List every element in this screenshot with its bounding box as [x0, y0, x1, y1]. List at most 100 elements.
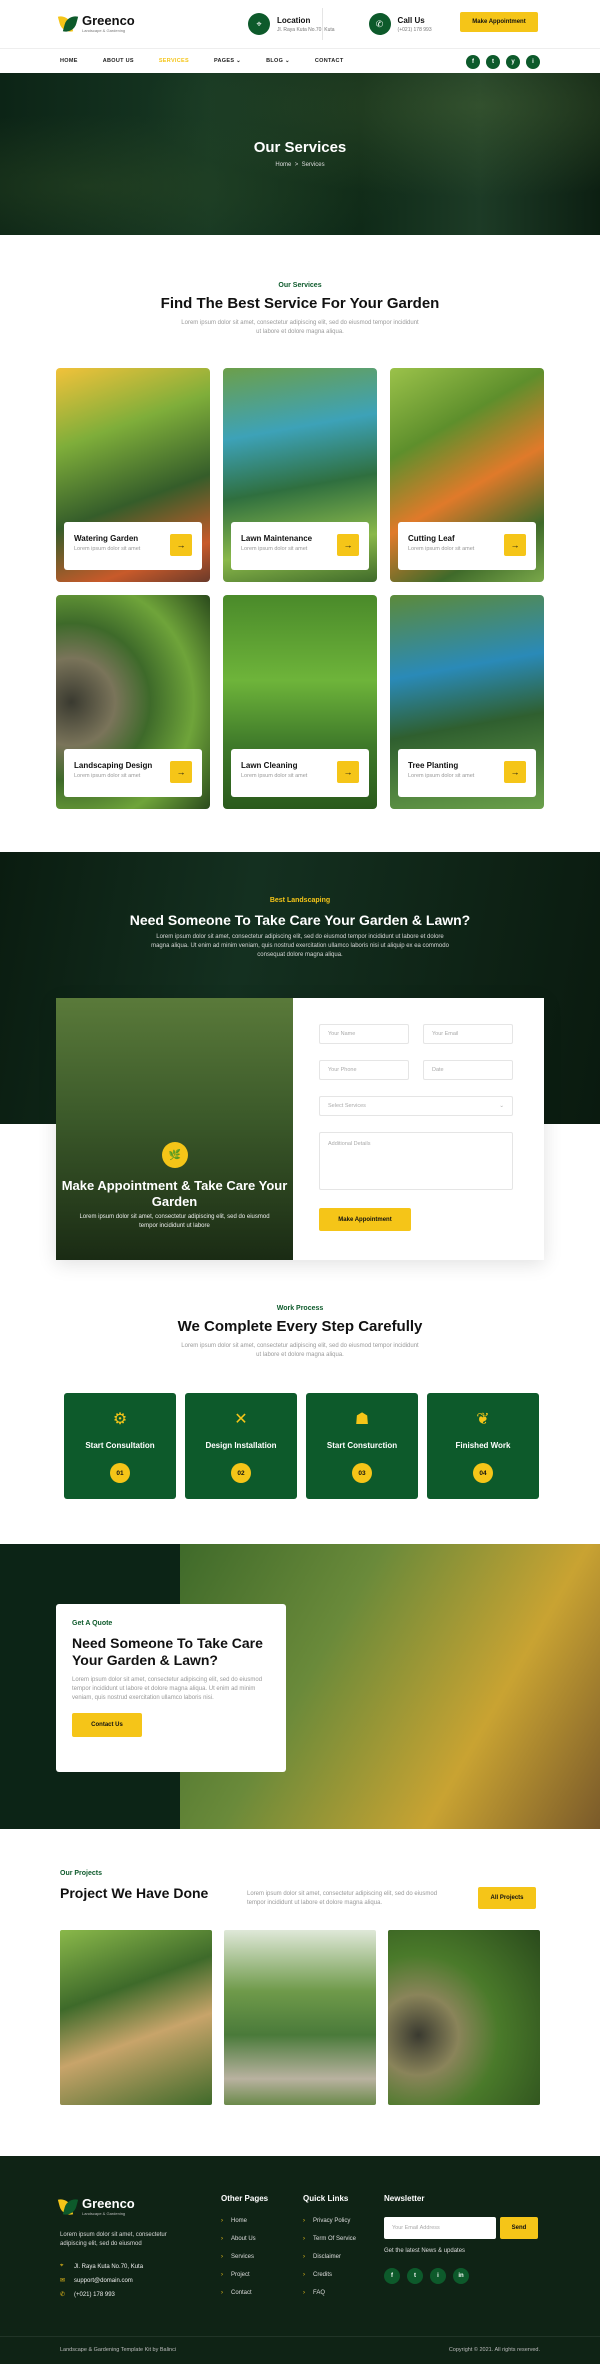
services-title: Find The Best Service For Your Garden: [160, 295, 440, 312]
footer-logo[interactable]: Greenco Landscape & Gardening: [57, 2196, 210, 2218]
process-step-name: Finished Work: [455, 1441, 511, 1450]
youtube-icon[interactable]: y: [506, 55, 520, 69]
leaf-logo-icon: [57, 2196, 79, 2218]
arrow-right-icon[interactable]: →: [337, 534, 359, 556]
process-steps: ⚙ Start Consultation 01 ✕ Design Install…: [64, 1393, 539, 1499]
page: Greenco Landscape & Gardening ⌖ Location…: [0, 0, 600, 2364]
logo[interactable]: Greenco Landscape & Gardening: [57, 13, 210, 35]
call-value: (+021) 178 993: [397, 26, 432, 33]
quote-subtitle: Get A Quote: [72, 1620, 113, 1627]
nav-about-us[interactable]: ABOUT US: [103, 58, 134, 64]
footer-link-label: Disclaimer: [313, 2254, 342, 2260]
twitter-icon[interactable]: t: [486, 55, 500, 69]
project-image[interactable]: [60, 1930, 212, 2105]
chevron-right-icon: ›: [303, 2218, 305, 2224]
service-card[interactable]: Cutting Leaf Lorem ipsum dolor sit amet …: [390, 368, 544, 582]
arrow-right-icon[interactable]: →: [170, 761, 192, 783]
phone-field[interactable]: Your Phone: [319, 1060, 409, 1080]
chevron-right-icon: ›: [221, 2290, 223, 2296]
instagram-icon[interactable]: i: [526, 55, 540, 69]
service-label: Lawn Maintenance Lorem ipsum dolor sit a…: [231, 522, 369, 570]
nav-pages[interactable]: PAGES ⌄: [214, 58, 241, 64]
footer-link[interactable]: › Disclaimer: [303, 2254, 341, 2260]
project-image[interactable]: [388, 1930, 540, 2105]
footer-link-label: FAQ: [313, 2290, 326, 2296]
footer-description: Lorem ipsum dolor sit amet, consectetur …: [60, 2232, 167, 2247]
breadcrumb-current: Services: [301, 162, 325, 168]
process-step-number: 01: [110, 1463, 130, 1483]
arrow-right-icon[interactable]: →: [504, 761, 526, 783]
footer-link[interactable]: › Services: [221, 2254, 254, 2260]
appointment-card: 🌿 Make Appointment & Take Care Your Gard…: [56, 998, 544, 1260]
details-textarea[interactable]: Additional Details: [319, 1132, 513, 1190]
footer-link[interactable]: › Credits: [303, 2272, 332, 2278]
service-card[interactable]: Lawn Maintenance Lorem ipsum dolor sit a…: [223, 368, 377, 582]
footer-phone[interactable]: ✆ (+021) 178 993: [60, 2291, 115, 2299]
name-field[interactable]: Your Name: [319, 1024, 409, 1044]
footer-link[interactable]: › Project: [221, 2272, 250, 2278]
footer-link[interactable]: › About Us: [221, 2236, 256, 2242]
date-field[interactable]: Date: [423, 1060, 513, 1080]
service-label: Cutting Leaf Lorem ipsum dolor sit amet …: [398, 522, 536, 570]
facebook-icon[interactable]: f: [466, 55, 480, 69]
services-select-value: Select Services: [328, 1103, 366, 1109]
consultation-icon: ⚙: [112, 1411, 128, 1428]
mail-icon: ✉: [60, 2278, 66, 2284]
newsletter-send-button[interactable]: Send: [500, 2217, 538, 2239]
twitter-icon[interactable]: t: [407, 2268, 423, 2284]
instagram-icon[interactable]: i: [430, 2268, 446, 2284]
linkedin-icon[interactable]: in: [453, 2268, 469, 2284]
footer-link-label: Home: [231, 2218, 248, 2224]
projects-section: Our Projects Project We Have Done Lorem …: [60, 1870, 540, 1909]
leaf-logo-icon: [57, 13, 79, 35]
contact-us-button[interactable]: Contact Us: [72, 1713, 142, 1737]
footer-link[interactable]: › Contact: [221, 2290, 252, 2296]
nav-blog-label: BLOG: [266, 58, 284, 64]
phone-icon: ✆: [60, 2292, 66, 2298]
nav-services[interactable]: SERVICES: [159, 58, 189, 64]
appointment-subtitle: Best Landscaping: [269, 897, 331, 904]
brand-tagline: Landscape & Gardening: [82, 28, 126, 33]
arrow-right-icon[interactable]: →: [170, 534, 192, 556]
process-section: Work Process We Complete Every Step Care…: [0, 1305, 600, 1360]
nav-home[interactable]: HOME: [60, 58, 78, 64]
footer-link[interactable]: › FAQ: [303, 2290, 325, 2296]
newsletter-email-input[interactable]: Your Email Address: [384, 2217, 496, 2239]
footer-copyright: Copyright © 2021. All rights reserved.: [448, 2347, 540, 2353]
nav-contact[interactable]: CONTACT: [315, 58, 344, 64]
footer-link-label: Credits: [313, 2272, 333, 2278]
quote-description: Lorem ipsum dolor sit amet, consectetur …: [72, 1677, 263, 1701]
appointment-card-title: Make Appointment & Take Care Your Garden: [61, 1178, 288, 1209]
email-field[interactable]: Your Email: [423, 1024, 513, 1044]
footer-brand-name: Greenco: [82, 2196, 135, 2211]
footer-address: ⌖ Jl. Raya Kuta No.70, Kuta: [60, 2263, 143, 2270]
nav-blog[interactable]: BLOG ⌄: [266, 58, 290, 64]
location-pin-icon: ⌖: [60, 2263, 64, 2269]
service-card[interactable]: Tree Planting Lorem ipsum dolor sit amet…: [390, 595, 544, 809]
footer-email[interactable]: ✉ support@domain.com: [60, 2277, 133, 2285]
process-step-name: Start Consultation: [85, 1441, 155, 1450]
footer-link[interactable]: › Term Of Service: [303, 2236, 356, 2242]
services-select[interactable]: Select Services ⌄: [319, 1096, 513, 1116]
submit-appointment-button[interactable]: Make Appointment: [319, 1208, 411, 1231]
all-projects-button[interactable]: All Projects: [478, 1887, 536, 1909]
footer-credit: Landscape & Gardening Template Kit by Ba…: [60, 2347, 177, 2353]
footer-link[interactable]: › Home: [221, 2218, 247, 2224]
service-card[interactable]: Watering Garden Lorem ipsum dolor sit am…: [56, 368, 210, 582]
arrow-right-icon[interactable]: →: [337, 761, 359, 783]
process-step: ✕ Design Installation 02: [185, 1393, 297, 1499]
chevron-right-icon: ›: [303, 2290, 305, 2296]
footer-link[interactable]: › Privacy Policy: [303, 2218, 350, 2224]
call-title: Call Us: [397, 15, 425, 25]
facebook-icon[interactable]: f: [384, 2268, 400, 2284]
chevron-right-icon: ›: [303, 2236, 305, 2242]
service-card[interactable]: Landscaping Design Lorem ipsum dolor sit…: [56, 595, 210, 809]
breadcrumb-home[interactable]: Home: [275, 162, 291, 168]
make-appointment-button[interactable]: Make Appointment: [460, 12, 538, 32]
project-image[interactable]: [224, 1930, 376, 2105]
footer-link-label: About Us: [231, 2236, 256, 2242]
arrow-right-icon[interactable]: →: [504, 534, 526, 556]
header-socials: f t y i: [466, 55, 540, 69]
services-subtitle: Our Services: [278, 282, 322, 289]
service-card[interactable]: Lawn Cleaning Lorem ipsum dolor sit amet…: [223, 595, 377, 809]
